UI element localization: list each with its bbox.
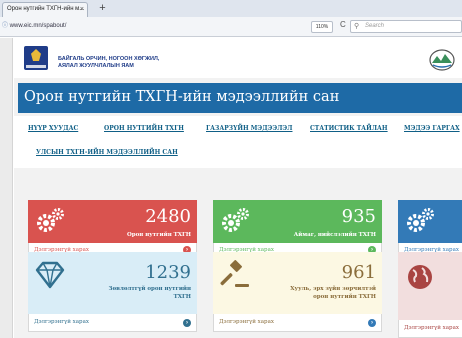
stat-number: 1239 (145, 262, 191, 283)
gears-icon (407, 208, 434, 232)
close-tab-icon[interactable]: × (80, 3, 84, 16)
stat-caption: Аймаг, нийслэлийн ТХГН (293, 232, 376, 238)
stat-card-partial-red: Дэлгэрэнгүй харах (398, 252, 462, 338)
stat-card-aimag-spa: 935 Аймаг, нийслэлийн ТХГН Дэлгэрэнгүй х… (213, 200, 382, 260)
nav-local-spa[interactable]: ОРОН НУТГИЙН ТХГН (104, 125, 184, 132)
stat-caption-line1: Зөвлөлтгүй орон нутгийн (108, 286, 191, 292)
stat-card-no-council-spa: 1239 Зөвлөлтгүй орон нутгийн ТХГН Дэлгэр… (28, 252, 197, 334)
reload-icon[interactable]: C (340, 20, 346, 29)
arrow-right-icon: › (183, 319, 191, 327)
browser-address-bar: ⓘ www.eic.mn/spabout/ 110% C ⚲ Search (0, 17, 462, 37)
tab-title: Орон нутгийн ТХГН-ийн м... (7, 6, 85, 12)
gears-icon (222, 208, 249, 232)
ministry-name-line2: АЯЛАЛ ЖУУЛЧЛАЛЫН ЯАМ (58, 63, 134, 69)
url-field[interactable]: ⓘ www.eic.mn/spabout/ (2, 20, 302, 33)
stat-number: 935 (341, 206, 376, 227)
gears-icon (37, 208, 64, 232)
new-tab-button[interactable]: + (95, 2, 110, 15)
browser-search-input[interactable]: ⚲ Search (350, 20, 462, 33)
stat-caption-line1: Хууль, эрх зүйн зөрчилтэй (290, 286, 376, 292)
browser-tab[interactable]: Орон нутгийн ТХГН-ийн м... × (2, 2, 88, 17)
site-banner: Орон нутгийн ТХГН-ийн мэдээллийн сан (18, 83, 462, 113)
stat-number: 961 (341, 262, 376, 283)
diamond-icon (35, 261, 65, 289)
page-content: БАЙГАЛЬ ОРЧИН, НОГООН ХӨГЖИЛ, АЯЛАЛ ЖУУЛ… (14, 38, 462, 338)
arrow-right-icon: › (368, 319, 376, 327)
details-link[interactable]: Дэлгэрэнгүй харах › (28, 314, 197, 332)
stat-caption: Хууль, эрх зүйн зөрчилтэй орон нутгийн Т… (290, 285, 376, 301)
url-text: www.eic.mn/spabout/ (9, 23, 67, 29)
left-strip (0, 38, 13, 338)
details-link[interactable]: Дэлгэрэнгүй харах › (213, 314, 382, 332)
stat-number: 2480 (145, 206, 191, 227)
nav-geo-info[interactable]: ГАЗАРЗҮЙН МЭДЭЭЛЭЛ (206, 125, 292, 132)
ministry-logo[interactable] (24, 46, 48, 70)
nav-report[interactable]: МЭДЭЭ ГАРГАХ (404, 125, 460, 132)
stat-card-partial-blue: Дэлгэрэнгүй харах (398, 200, 462, 260)
details-label: Дэлгэрэнгүй харах (404, 325, 459, 331)
stat-card-legal-violation-spa: 961 Хууль, эрх зүйн зөрчилтэй орон нутги… (213, 252, 382, 334)
stat-caption: Орон нутгийн ТХГН (126, 232, 191, 238)
emblem-icon (429, 49, 455, 71)
globe-icon: ⓘ (2, 23, 10, 29)
browser-tab-bar: Орон нутгийн ТХГН-ийн м... × + (0, 0, 462, 17)
ministry-name-line1: БАЙГАЛЬ ОРЧИН, НОГООН ХӨГЖИЛ, (58, 56, 160, 62)
nav-national-spa[interactable]: УЛСЫН ТХГН-ИЙН МЭДЭЭЛЛИЙН САН (36, 149, 178, 156)
stat-card-local-spa: 2480 Орон нутгийн ТХГН Дэлгэрэнгүй харах… (28, 200, 197, 260)
details-link[interactable]: Дэлгэрэнгүй харах (398, 320, 462, 338)
gavel-icon (220, 260, 249, 287)
site-header: БАЙГАЛЬ ОРЧИН, НОГООН ХӨГЖИЛ, АЯЛАЛ ЖУУЛ… (14, 38, 462, 78)
nav-home[interactable]: НҮҮР ХУУДАС (28, 125, 78, 132)
nav-statistics[interactable]: СТАТИСТИК ТАЙЛАН (310, 125, 388, 132)
main-nav: НҮҮР ХУУДАС ОРОН НУТГИЙН ТХГН ГАЗАРЗҮЙН … (14, 116, 462, 168)
ministry-name: БАЙГАЛЬ ОРЧИН, НОГООН ХӨГЖИЛ, АЯЛАЛ ЖУУЛ… (58, 56, 159, 70)
globe-icon (408, 265, 432, 289)
stat-caption: Зөвлөлтгүй орон нутгийн ТХГН (109, 285, 191, 301)
zoom-indicator[interactable]: 110% (311, 21, 333, 33)
details-label: Дэлгэрэнгүй харах (219, 319, 274, 325)
stat-caption-line2: ТХГН (173, 294, 191, 300)
search-icon: ⚲ (354, 23, 360, 30)
stat-caption-line2: орон нутгийн ТХГН (313, 294, 376, 300)
details-label: Дэлгэрэнгүй харах (34, 319, 89, 325)
search-placeholder: Search (365, 23, 385, 29)
site-title: Орон нутгийн ТХГН-ийн мэдээллийн сан (24, 89, 340, 105)
